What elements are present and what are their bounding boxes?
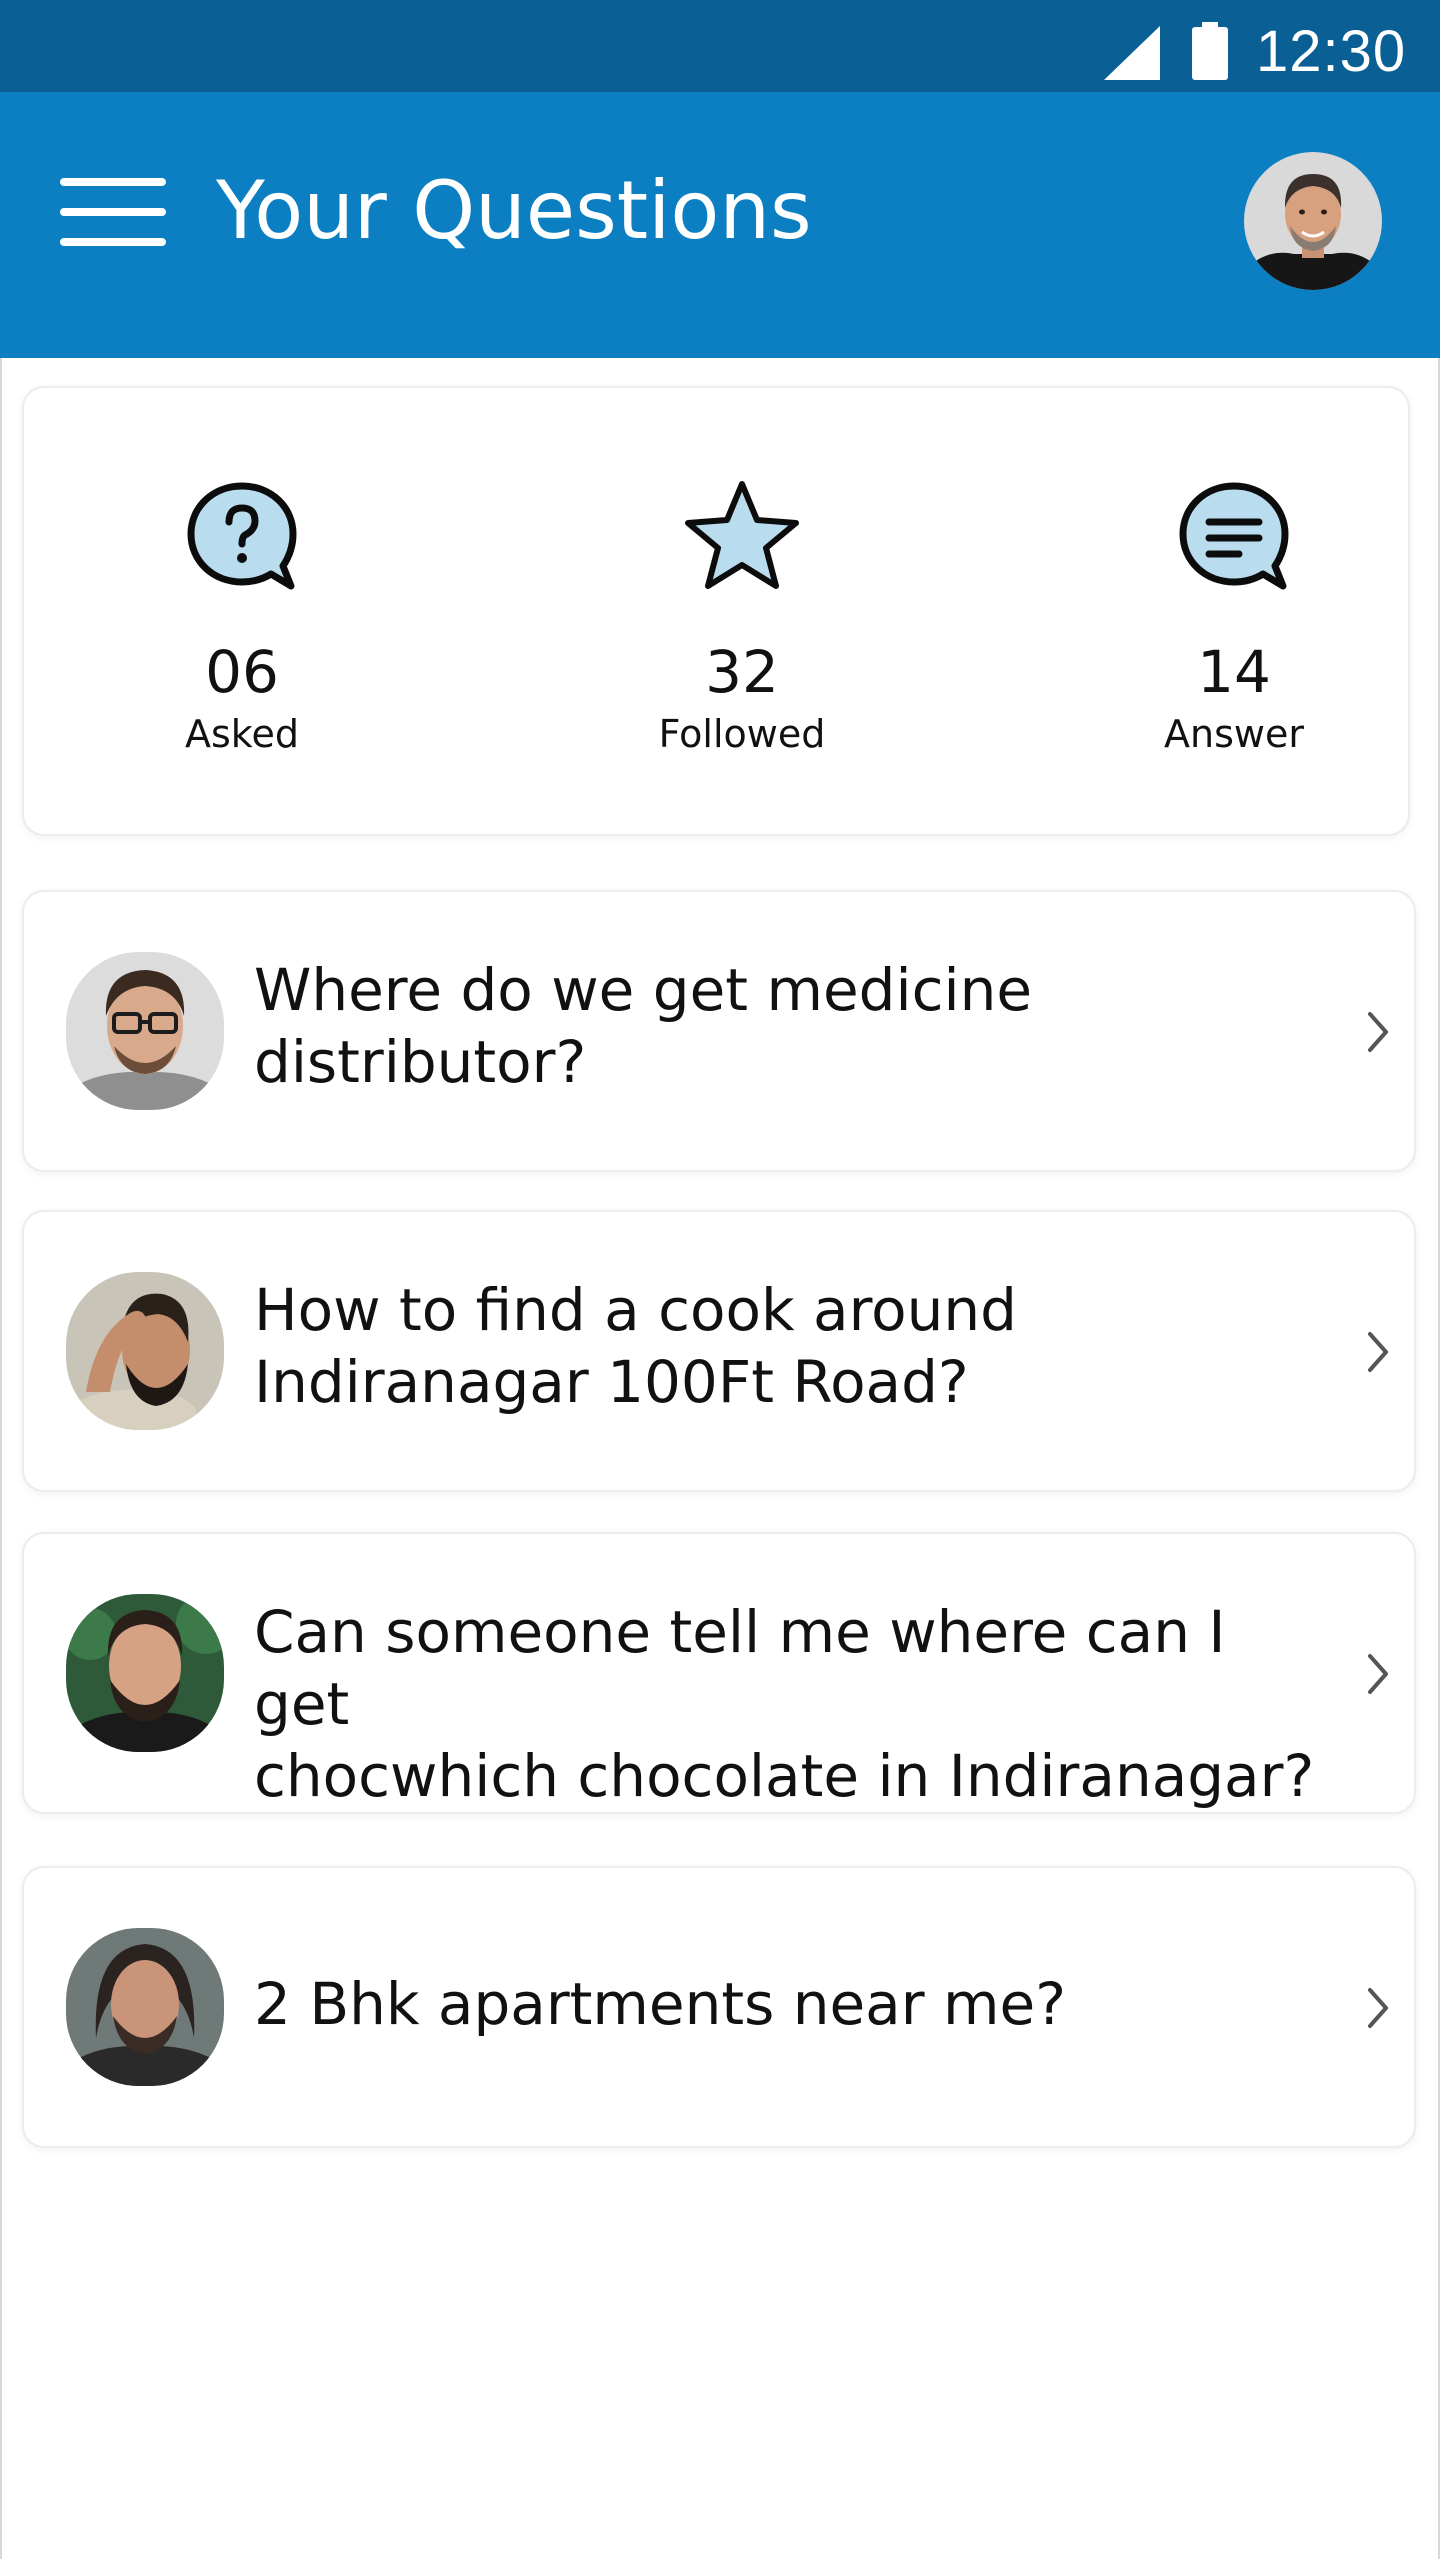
stats-card: 06 Asked 32 Followed 14 Answer <box>22 386 1410 836</box>
battery-icon <box>1192 22 1228 80</box>
profile-avatar[interactable] <box>1244 152 1382 290</box>
stat-label: Answer <box>1164 712 1304 756</box>
stat-asked[interactable]: 06 Asked <box>102 478 382 768</box>
question-text: How to find a cook around Indiranagar 10… <box>254 1274 1324 1418</box>
question-text: Can someone tell me where can I get choc… <box>254 1596 1324 1812</box>
signal-icon <box>1104 26 1160 80</box>
screen-edge-left <box>0 358 2 2559</box>
app-bar: Your Questions <box>0 92 1440 358</box>
question-line: 2 Bhk apartments near me? <box>254 1970 1066 2038</box>
user-avatar <box>66 1272 224 1430</box>
user-avatar <box>66 952 224 1110</box>
question-line: distributor? <box>254 1028 587 1096</box>
stat-value: 14 <box>1197 638 1271 706</box>
stat-answer[interactable]: 14 Answer <box>1094 478 1374 768</box>
status-time: 12:30 <box>1256 19 1407 84</box>
chevron-right-icon <box>1368 1988 1388 2028</box>
question-text: Where do we get medicine distributor? <box>254 954 1324 1098</box>
question-card[interactable]: How to find a cook around Indiranagar 10… <box>22 1210 1416 1492</box>
page-title: Your Questions <box>216 164 812 257</box>
stat-label: Asked <box>185 712 299 756</box>
question-line: How to find a cook around <box>254 1276 1017 1344</box>
user-avatar <box>66 1594 224 1752</box>
chevron-right-icon <box>1368 1012 1388 1052</box>
hamburger-menu-icon[interactable] <box>58 164 170 260</box>
question-line: Indiranagar 100Ft Road? <box>254 1348 969 1416</box>
stat-label: Followed <box>658 712 826 756</box>
user-avatar <box>66 1928 224 2086</box>
question-line: Can someone tell me where can I get <box>254 1598 1226 1738</box>
question-line: Where do we get medicine <box>254 956 1033 1024</box>
question-line: chocwhich chocolate in Indiranagar? <box>254 1742 1315 1810</box>
stat-value: 06 <box>205 638 279 706</box>
chevron-right-icon <box>1368 1654 1388 1694</box>
star-icon <box>685 481 799 589</box>
question-card[interactable]: Where do we get medicine distributor? <box>22 890 1416 1172</box>
question-bubble-icon <box>187 482 297 590</box>
question-text: 2 Bhk apartments near me? <box>254 1968 1324 2040</box>
stat-followed[interactable]: 32 Followed <box>602 478 882 768</box>
stat-value: 32 <box>705 638 779 706</box>
message-bubble-icon <box>1179 482 1289 590</box>
question-card[interactable]: Can someone tell me where can I get choc… <box>22 1532 1416 1814</box>
question-card[interactable]: 2 Bhk apartments near me? <box>22 1866 1416 2148</box>
chevron-right-icon <box>1368 1332 1388 1372</box>
status-bar: 12:30 <box>0 0 1440 92</box>
